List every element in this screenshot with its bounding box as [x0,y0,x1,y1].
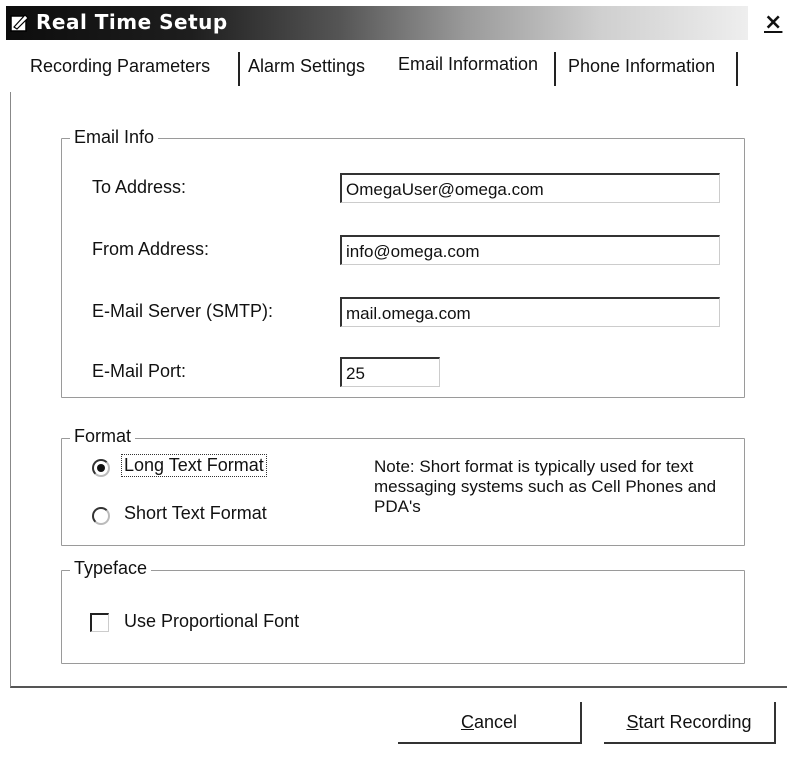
to-address-label: To Address: [92,177,187,197]
window-title: Real Time Setup [36,10,228,34]
to-address-field[interactable]: OmegaUser@omega.com [340,173,720,203]
short-text-format-label[interactable]: Short Text Format [124,503,267,524]
smtp-server-label: E-Mail Server (SMTP): [92,301,274,321]
proportional-font-label[interactable]: Use Proportional Font [124,611,299,632]
tab-email-information[interactable]: Email Information [398,54,538,75]
tab-phone-information[interactable]: Phone Information [568,56,715,77]
email-information-panel: Email Info To Address: OmegaUser@omega.c… [10,92,787,688]
from-address-label: From Address: [92,239,210,259]
typeface-group: Typeface Use Proportional Font [61,558,745,664]
format-note: Note: Short format is typically used for… [374,457,717,516]
close-button[interactable]: × [764,10,782,35]
cancel-button[interactable]: Cancel [398,702,582,744]
tab-separator [736,52,738,86]
from-address-field[interactable]: info@omega.com [340,235,720,265]
email-info-group-label: Email Info [70,127,159,148]
email-port-label: E-Mail Port: [92,361,187,381]
proportional-font-checkbox[interactable] [90,613,109,632]
cancel-button-label: ancel [473,712,518,732]
smtp-server-field[interactable]: mail.omega.com [340,297,720,327]
email-info-group: Email Info To Address: OmegaUser@omega.c… [61,127,745,398]
start-recording-button[interactable]: Start Recording [604,702,776,744]
short-text-format-radio[interactable] [92,507,110,525]
format-group: Format Long Text Format Short Text Forma… [61,426,745,546]
tab-recording-parameters[interactable]: Recording Parameters [30,56,210,77]
start-recording-mnemonic: S [626,712,639,732]
format-group-label: Format [70,426,136,447]
tab-separator [238,52,240,86]
title-bar: Real Time Setup [6,6,748,40]
long-text-format-radio[interactable] [92,459,110,477]
email-port-field[interactable]: 25 [340,357,440,387]
typeface-group-label: Typeface [70,558,152,579]
start-recording-label: tart Recording [638,712,752,732]
long-text-format-label[interactable]: Long Text Format [121,454,267,477]
setup-app-icon [10,14,29,32]
tab-alarm-settings[interactable]: Alarm Settings [248,56,365,77]
cancel-button-mnemonic: C [460,712,474,732]
tab-separator [554,52,556,86]
